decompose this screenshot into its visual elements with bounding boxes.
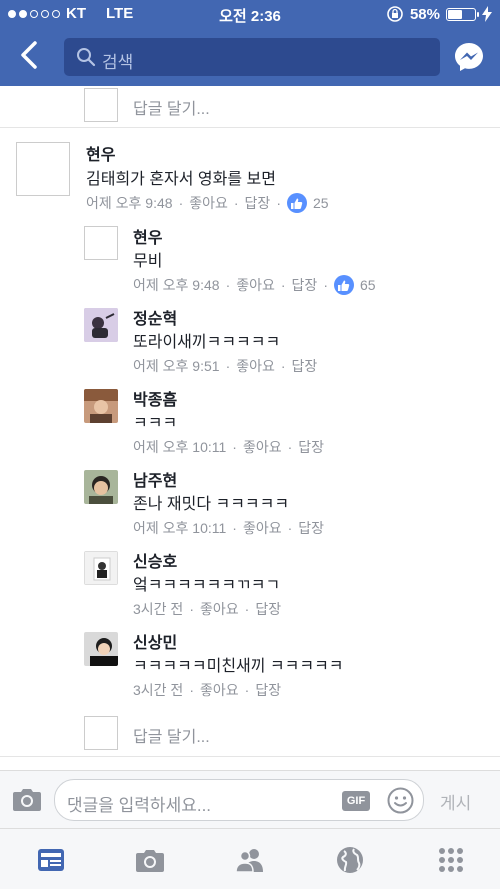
comment-placeholder: 댓글을 입력하세요... <box>67 796 212 815</box>
battery-icon <box>446 7 479 21</box>
reply-link[interactable]: 답장 <box>255 680 281 700</box>
reply-meta: 어제 오후 10:11 · 좋아요 · 답장 <box>133 518 325 538</box>
reply-text: 엌ㅋㅋㅋㅋㅋㅋㄲㅋㄱ <box>133 577 281 594</box>
like-link[interactable]: 좋아요 <box>189 193 228 213</box>
camera-icon[interactable] <box>135 845 165 875</box>
back-button[interactable] <box>16 40 44 70</box>
reply-meta: 3시간 전 · 좋아요 · 답장 <box>133 680 282 700</box>
avatar[interactable] <box>84 308 118 342</box>
timestamp: 3시간 전 <box>133 682 184 698</box>
search-placeholder: 검색 <box>102 53 134 72</box>
like-link[interactable]: 좋아요 <box>200 599 239 619</box>
reply-author[interactable]: 남주현 <box>133 467 177 491</box>
globe-icon[interactable] <box>335 845 365 875</box>
avatar[interactable] <box>84 632 118 666</box>
like-reaction-icon <box>286 193 307 213</box>
reply-author[interactable]: 현우 <box>133 224 162 248</box>
like-link[interactable]: 좋아요 <box>243 437 282 457</box>
avatar[interactable] <box>84 226 118 260</box>
reply-author[interactable]: 신상민 <box>133 629 177 653</box>
reply-meta: 어제 오후 9:48 · 좋아요 · 답장 · 65 <box>133 275 376 295</box>
like-link[interactable]: 좋아요 <box>236 356 275 376</box>
camera-icon[interactable] <box>12 786 42 812</box>
avatar <box>84 88 118 122</box>
chevron-left-icon <box>21 41 37 69</box>
post-button[interactable]: 게시 <box>440 789 471 814</box>
reaction-count[interactable]: 65 <box>360 277 376 293</box>
comment-composer: 댓글을 입력하세요... GIF 게시 <box>0 770 500 828</box>
reply-author[interactable]: 신승호 <box>133 548 177 572</box>
like-reaction-icon <box>333 275 354 295</box>
news-feed-icon[interactable] <box>36 845 66 875</box>
comment-text: 김태희가 혼자서 영화를 보면 <box>86 171 276 188</box>
timestamp: 어제 오후 9:48 <box>86 195 173 211</box>
reply-prompt[interactable]: 답글 달기... <box>133 723 210 747</box>
avatar[interactable] <box>84 551 118 585</box>
navigation-bar: KT LTE 오전 2:36 58% 검색 <box>0 0 500 86</box>
reply-meta: 3시간 전 · 좋아요 · 답장 <box>133 599 282 619</box>
avatar[interactable] <box>84 389 118 423</box>
avatar[interactable] <box>84 470 118 504</box>
timestamp: 어제 오후 9:48 <box>133 277 220 293</box>
reply-link[interactable]: 답장 <box>298 437 324 457</box>
divider <box>0 756 500 757</box>
like-link[interactable]: 좋아요 <box>200 680 239 700</box>
reply-text: 무비 <box>133 253 163 270</box>
gif-button[interactable]: GIF <box>342 791 370 811</box>
reply-text: ㅋㅋㅋ <box>133 415 178 432</box>
avatar <box>84 716 118 750</box>
search-icon <box>77 48 96 67</box>
timestamp: 어제 오후 9:51 <box>133 358 220 374</box>
friends-icon[interactable] <box>235 845 265 875</box>
orientation-lock-icon <box>387 6 403 22</box>
battery-percent: 58% <box>409 5 440 23</box>
reply-meta: 어제 오후 10:11 · 좋아요 · 답장 <box>133 437 325 457</box>
messenger-icon <box>455 43 483 71</box>
timestamp: 어제 오후 10:11 <box>133 520 227 536</box>
timestamp: 3시간 전 <box>133 601 184 617</box>
reply-meta: 어제 오후 9:51 · 좋아요 · 답장 <box>133 356 318 376</box>
messenger-button[interactable] <box>453 41 485 73</box>
comment-meta: 어제 오후 9:48 · 좋아요 · 답장 · 25 <box>86 193 329 213</box>
more-icon[interactable] <box>436 845 466 875</box>
comment-thread: 답글 달기... 현우 김태희가 혼자서 영화를 보면 어제 오후 9:48 ·… <box>0 86 500 770</box>
status-bar: KT LTE 오전 2:36 58% <box>0 0 500 28</box>
comment-author[interactable]: 현우 <box>86 141 115 165</box>
reply-text: 또라이새끼ㅋㅋㅋㅋㅋ <box>133 334 281 351</box>
reaction-count[interactable]: 25 <box>313 195 329 211</box>
reply-link[interactable]: 답장 <box>298 518 324 538</box>
comment-input[interactable]: 댓글을 입력하세요... GIF <box>54 779 424 821</box>
tab-bar <box>0 828 500 889</box>
reply-author[interactable]: 박종흠 <box>133 386 177 410</box>
like-link[interactable]: 좋아요 <box>243 518 282 538</box>
divider <box>0 127 500 128</box>
timestamp: 어제 오후 10:11 <box>133 439 227 455</box>
emoji-icon[interactable] <box>387 787 414 814</box>
reply-text: 존나 재밋다 ㅋㅋㅋㅋㅋ <box>133 496 290 513</box>
like-link[interactable]: 좋아요 <box>236 275 275 295</box>
reply-text: ㅋㅋㅋㅋㅋ미친새끼 ㅋㅋㅋㅋㅋ <box>133 658 344 675</box>
reply-link[interactable]: 답장 <box>255 599 281 619</box>
reply-link[interactable]: 답장 <box>245 193 271 213</box>
charging-icon <box>482 6 492 22</box>
reply-author[interactable]: 정순혁 <box>133 305 177 329</box>
reply-link[interactable]: 답장 <box>292 275 318 295</box>
avatar[interactable] <box>16 142 70 196</box>
reply-prompt[interactable]: 답글 달기... <box>133 95 210 119</box>
reply-link[interactable]: 답장 <box>292 356 318 376</box>
search-input[interactable]: 검색 <box>64 38 440 76</box>
